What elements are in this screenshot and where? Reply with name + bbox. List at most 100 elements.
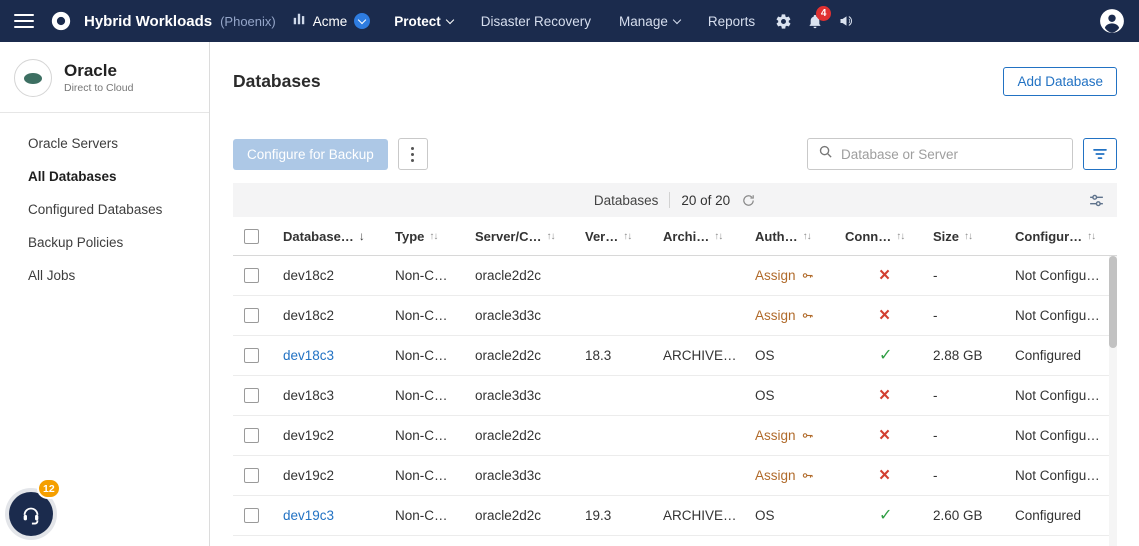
auth-type: OS (755, 508, 775, 523)
announcements-megaphone-icon[interactable] (838, 13, 855, 29)
row-checkbox[interactable] (243, 468, 259, 483)
connected-icon: ✓ (879, 347, 893, 364)
column-header-type[interactable]: Type ↑↓ (395, 229, 438, 244)
chevron-down-icon (445, 15, 455, 24)
notifications-bell-icon[interactable]: 4 (807, 5, 832, 30)
databases-table: Databases 20 of 20 Database… ↓ Type ↑↓ Ser… (233, 183, 1117, 546)
configure-for-backup-button[interactable]: Configure for Backup (233, 138, 388, 170)
table-row: dev18c3 Non-C… oracle2d2c 18.3 ARCHIVE… … (233, 336, 1117, 376)
key-icon (802, 473, 813, 478)
column-header-connection[interactable]: Conn… ↑↓ (845, 229, 905, 244)
table-toolbar: Configure for Backup (233, 138, 1117, 170)
sidebar: Oracle Direct to Cloud Oracle Servers Al… (0, 42, 210, 546)
database-name: dev18c3 (283, 388, 335, 403)
sidebar-item-backup-policies[interactable]: Backup Policies (0, 226, 209, 259)
assign-credentials-link[interactable]: Assign (755, 468, 814, 483)
tenant-name: Acme (312, 13, 348, 29)
service-name: Oracle (64, 60, 117, 80)
database-name: dev18c2 (283, 268, 335, 283)
assign-credentials-link[interactable]: Assign (755, 308, 814, 323)
table-row: dev18c2 Non-C… oracle2d2c Assign × - Not… (233, 256, 1117, 296)
sidebar-item-all-jobs[interactable]: All Jobs (0, 259, 209, 292)
sidebar-item-oracle-servers[interactable]: Oracle Servers (0, 127, 209, 160)
column-settings-icon[interactable] (1088, 192, 1105, 209)
column-header-auth[interactable]: Auth… ↑↓ (755, 229, 812, 244)
table-header-row: Database… ↓ Type ↑↓ Server/C… ↑↓ Ver… ↑↓ Arc… (233, 217, 1117, 256)
row-checkbox[interactable] (243, 268, 259, 283)
table-caption-bar: Databases 20 of 20 (233, 183, 1117, 217)
not-connected-icon: × (879, 266, 891, 285)
product-title: Hybrid Workloads (84, 12, 213, 30)
sort-icons: ↑↓ (802, 230, 812, 242)
sidebar-item-configured-databases[interactable]: Configured Databases (0, 193, 209, 226)
database-name: dev19c2 (283, 428, 335, 443)
table-row: dev19c2 Non-C… oracle2d2c Assign × - Not… (233, 416, 1117, 456)
add-database-button[interactable]: Add Database (1003, 66, 1117, 96)
sort-icons: ↑↓ (429, 230, 438, 242)
scrollbar-thumb[interactable] (1109, 256, 1117, 348)
column-header-size[interactable]: Size ↑↓ (933, 229, 973, 244)
sort-desc-icon: ↓ (358, 229, 365, 243)
sort-icons: ↑↓ (546, 230, 555, 242)
org-unit-label: (Phoenix) (220, 13, 276, 29)
nav-item-manage[interactable]: Manage (619, 14, 682, 29)
nav-item-reports[interactable]: Reports (708, 14, 755, 29)
user-avatar[interactable] (1099, 8, 1125, 34)
database-link[interactable]: dev18c3 (283, 348, 334, 363)
database-name: dev18c2 (283, 308, 335, 323)
column-header-server[interactable]: Server/C… ↑↓ (475, 229, 555, 244)
table-caption-label: Databases (593, 192, 659, 208)
refresh-icon[interactable] (741, 193, 756, 208)
row-checkbox[interactable] (243, 388, 259, 403)
caption-divider (669, 192, 671, 208)
filter-button[interactable] (1083, 138, 1117, 170)
more-actions-button[interactable] (397, 138, 428, 170)
assign-credentials-link[interactable]: Assign (755, 268, 814, 283)
database-link[interactable]: dev19c3 (283, 508, 334, 523)
tenant-dropdown-icon (354, 13, 371, 29)
navbar-icon-group: 4 (775, 5, 855, 30)
database-name: dev19c2 (283, 468, 335, 483)
tenant-selector[interactable]: Acme (292, 12, 371, 31)
column-header-version[interactable]: Ver… ↑↓ (585, 229, 632, 244)
not-connected-icon: × (879, 466, 891, 485)
druva-logo-icon (50, 10, 72, 32)
settings-gear-icon[interactable] (775, 13, 792, 30)
table-scrollbar[interactable] (1109, 256, 1117, 546)
row-checkbox[interactable] (243, 308, 259, 323)
app-root: Hybrid Workloads (Phoenix) Acme Protect … (0, 0, 1139, 546)
search-box (807, 138, 1073, 170)
sidebar-item-all-databases[interactable]: All Databases (0, 160, 209, 193)
nav-item-disaster-recovery[interactable]: Disaster Recovery (481, 14, 591, 29)
main-menu: Protect Disaster Recovery Manage Reports (394, 14, 755, 29)
not-connected-icon: × (879, 386, 891, 405)
key-icon (802, 313, 813, 318)
organization-icon (292, 12, 306, 31)
main-content: Databases Add Database Configure for Bac… (210, 42, 1139, 546)
record-count: 20 of 20 (681, 192, 731, 208)
sort-icons: ↑↓ (623, 230, 632, 242)
auth-type: OS (755, 348, 775, 363)
sort-icons: ↑↓ (964, 230, 973, 242)
chevron-down-icon (672, 15, 682, 24)
sidebar-nav: Oracle Servers All Databases Configured … (0, 113, 209, 292)
hamburger-menu-icon[interactable] (14, 14, 34, 28)
nav-item-protect[interactable]: Protect (394, 14, 455, 29)
service-subtitle: Direct to Cloud (64, 82, 134, 95)
row-checkbox[interactable] (243, 508, 259, 523)
assign-credentials-link[interactable]: Assign (755, 428, 814, 443)
notification-count-badge: 4 (816, 5, 832, 21)
column-header-configuration[interactable]: Configur… ↑↓ (1015, 229, 1096, 244)
column-header-archive[interactable]: Archi… ↑↓ (663, 229, 723, 244)
table-row: dev18c2 Non-C… oracle3d3c Assign × - Not… (233, 296, 1117, 336)
row-checkbox[interactable] (243, 428, 259, 443)
row-checkbox[interactable] (243, 348, 259, 363)
service-header: Oracle Direct to Cloud (0, 42, 209, 113)
oracle-service-icon (14, 59, 52, 97)
search-input[interactable] (841, 146, 1062, 162)
sort-icons: ↑↓ (714, 230, 723, 242)
page-header: Databases Add Database (233, 64, 1117, 98)
column-header-database[interactable]: Database… ↓ (283, 229, 365, 244)
not-connected-icon: × (879, 306, 891, 325)
select-all-checkbox[interactable] (243, 228, 259, 244)
